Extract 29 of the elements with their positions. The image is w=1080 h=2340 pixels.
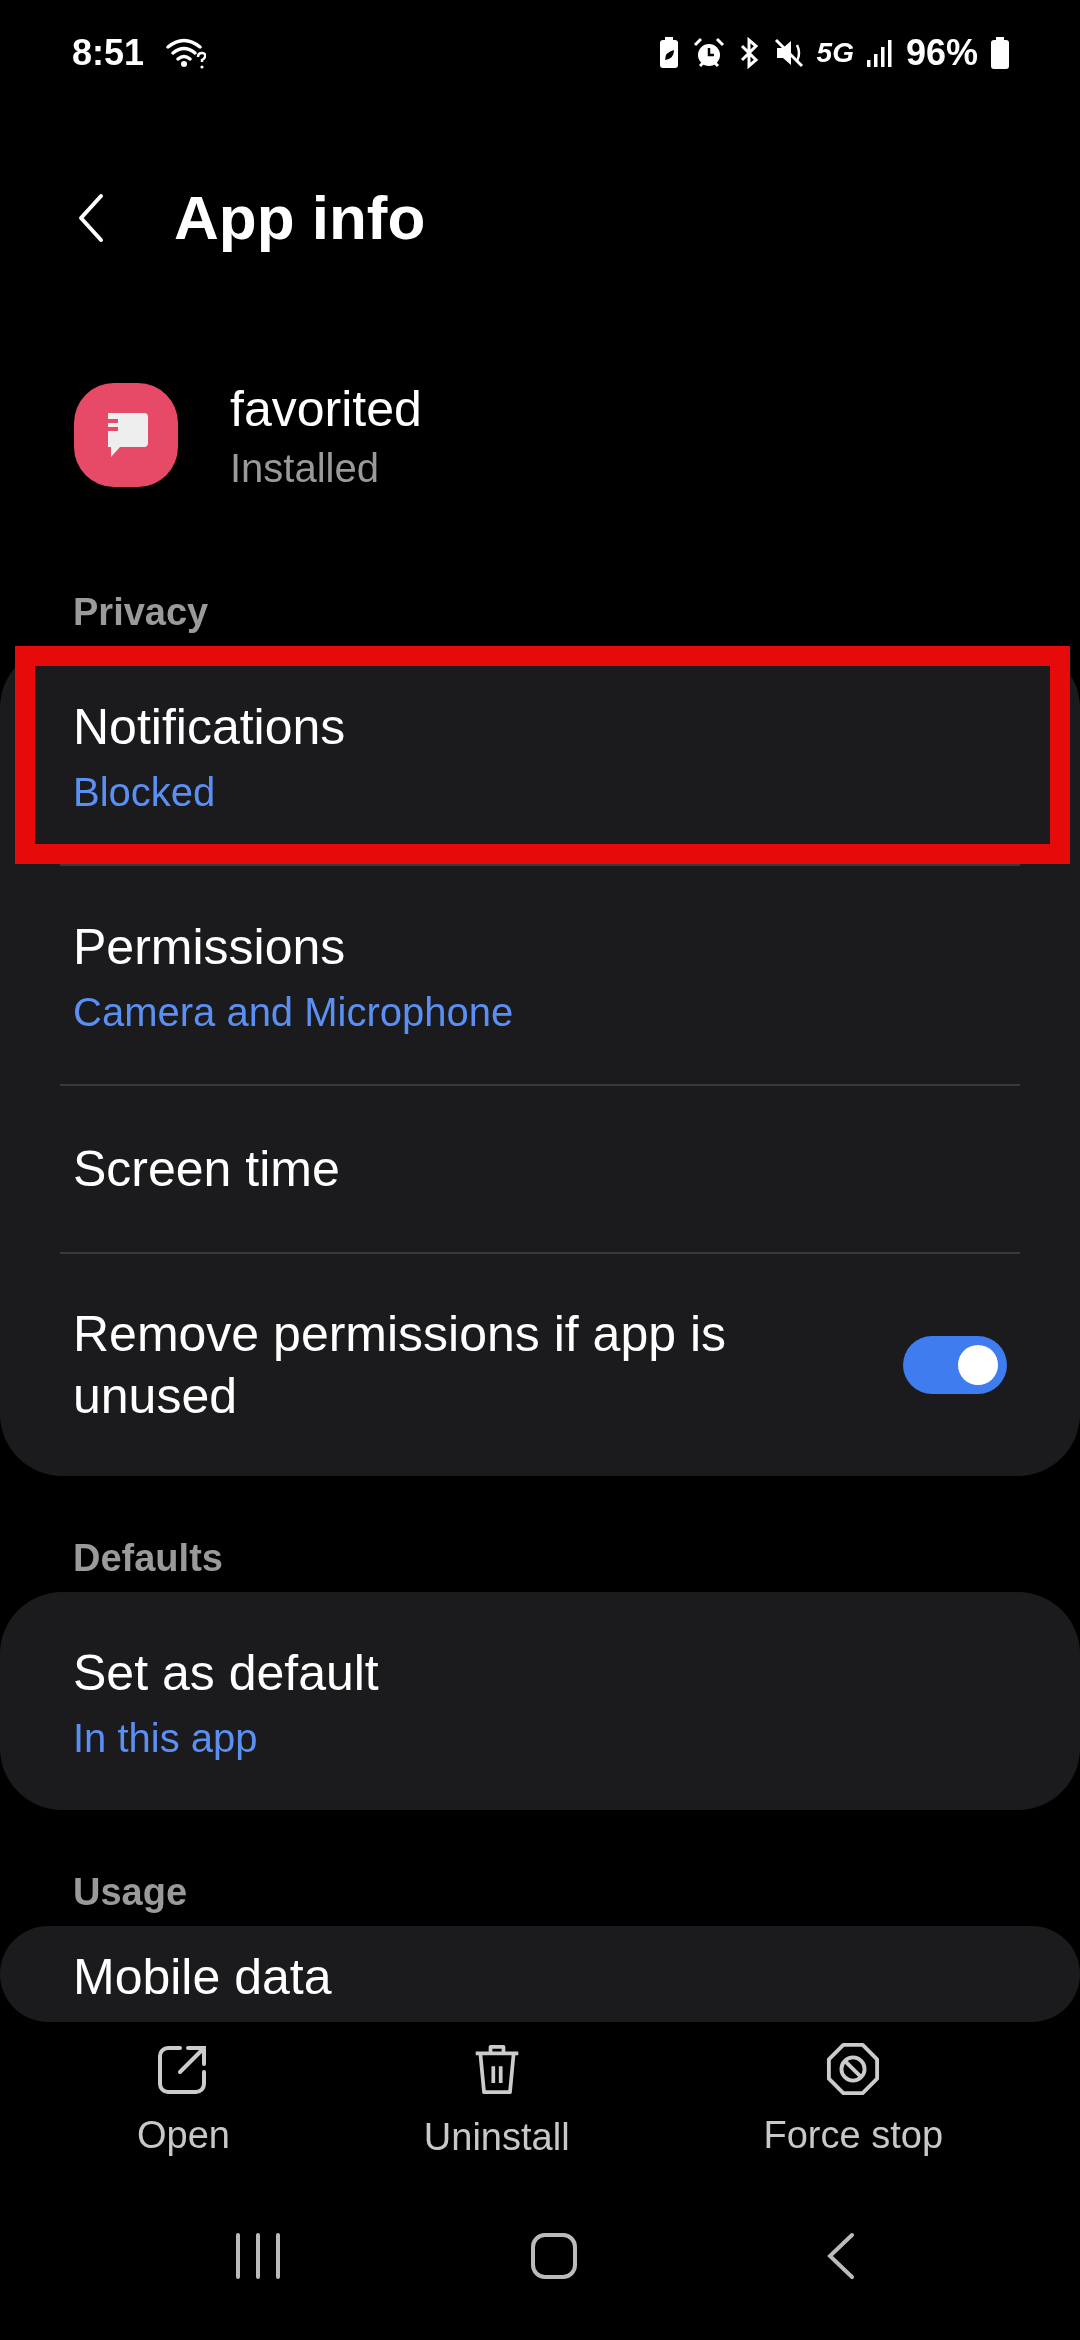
app-icon bbox=[74, 383, 178, 487]
battery-icon bbox=[990, 35, 1010, 70]
settings-item[interactable]: Remove permissions if app is unused bbox=[0, 1254, 1080, 1476]
back-icon[interactable] bbox=[826, 2232, 856, 2280]
section-label: Privacy bbox=[72, 590, 210, 635]
recents-icon[interactable] bbox=[234, 2233, 282, 2279]
network-type: 5G bbox=[816, 36, 854, 69]
signal-icon bbox=[865, 37, 894, 68]
settings-item[interactable]: Permissions Camera and Microphone bbox=[0, 866, 1080, 1084]
wifi-icon bbox=[166, 36, 207, 69]
action-button[interactable]: Force stop bbox=[753, 2022, 954, 2202]
action-button[interactable]: Uninstall bbox=[413, 2022, 580, 2202]
stop-icon bbox=[826, 2042, 881, 2096]
alarm-icon bbox=[692, 36, 725, 69]
section-label: Usage bbox=[72, 1870, 189, 1915]
settings-item[interactable]: Set as default In this app bbox=[0, 1592, 1080, 1810]
app-name: favorited bbox=[230, 379, 422, 438]
settings-item[interactable]: Mobile data bbox=[0, 1926, 1080, 2022]
mute-icon bbox=[772, 36, 805, 69]
settings-item[interactable]: Screen time bbox=[0, 1086, 1080, 1252]
back-icon[interactable] bbox=[78, 192, 104, 243]
status-time: 8:51 bbox=[72, 31, 145, 74]
home-icon[interactable] bbox=[530, 2232, 578, 2280]
section-label: Defaults bbox=[72, 1536, 224, 1581]
page-title: App info bbox=[174, 182, 426, 253]
app-status: Installed bbox=[230, 445, 380, 491]
action-button[interactable]: Open bbox=[126, 2022, 240, 2202]
toggle-switch[interactable] bbox=[903, 1336, 1007, 1394]
battery-level: 96% bbox=[905, 31, 978, 74]
